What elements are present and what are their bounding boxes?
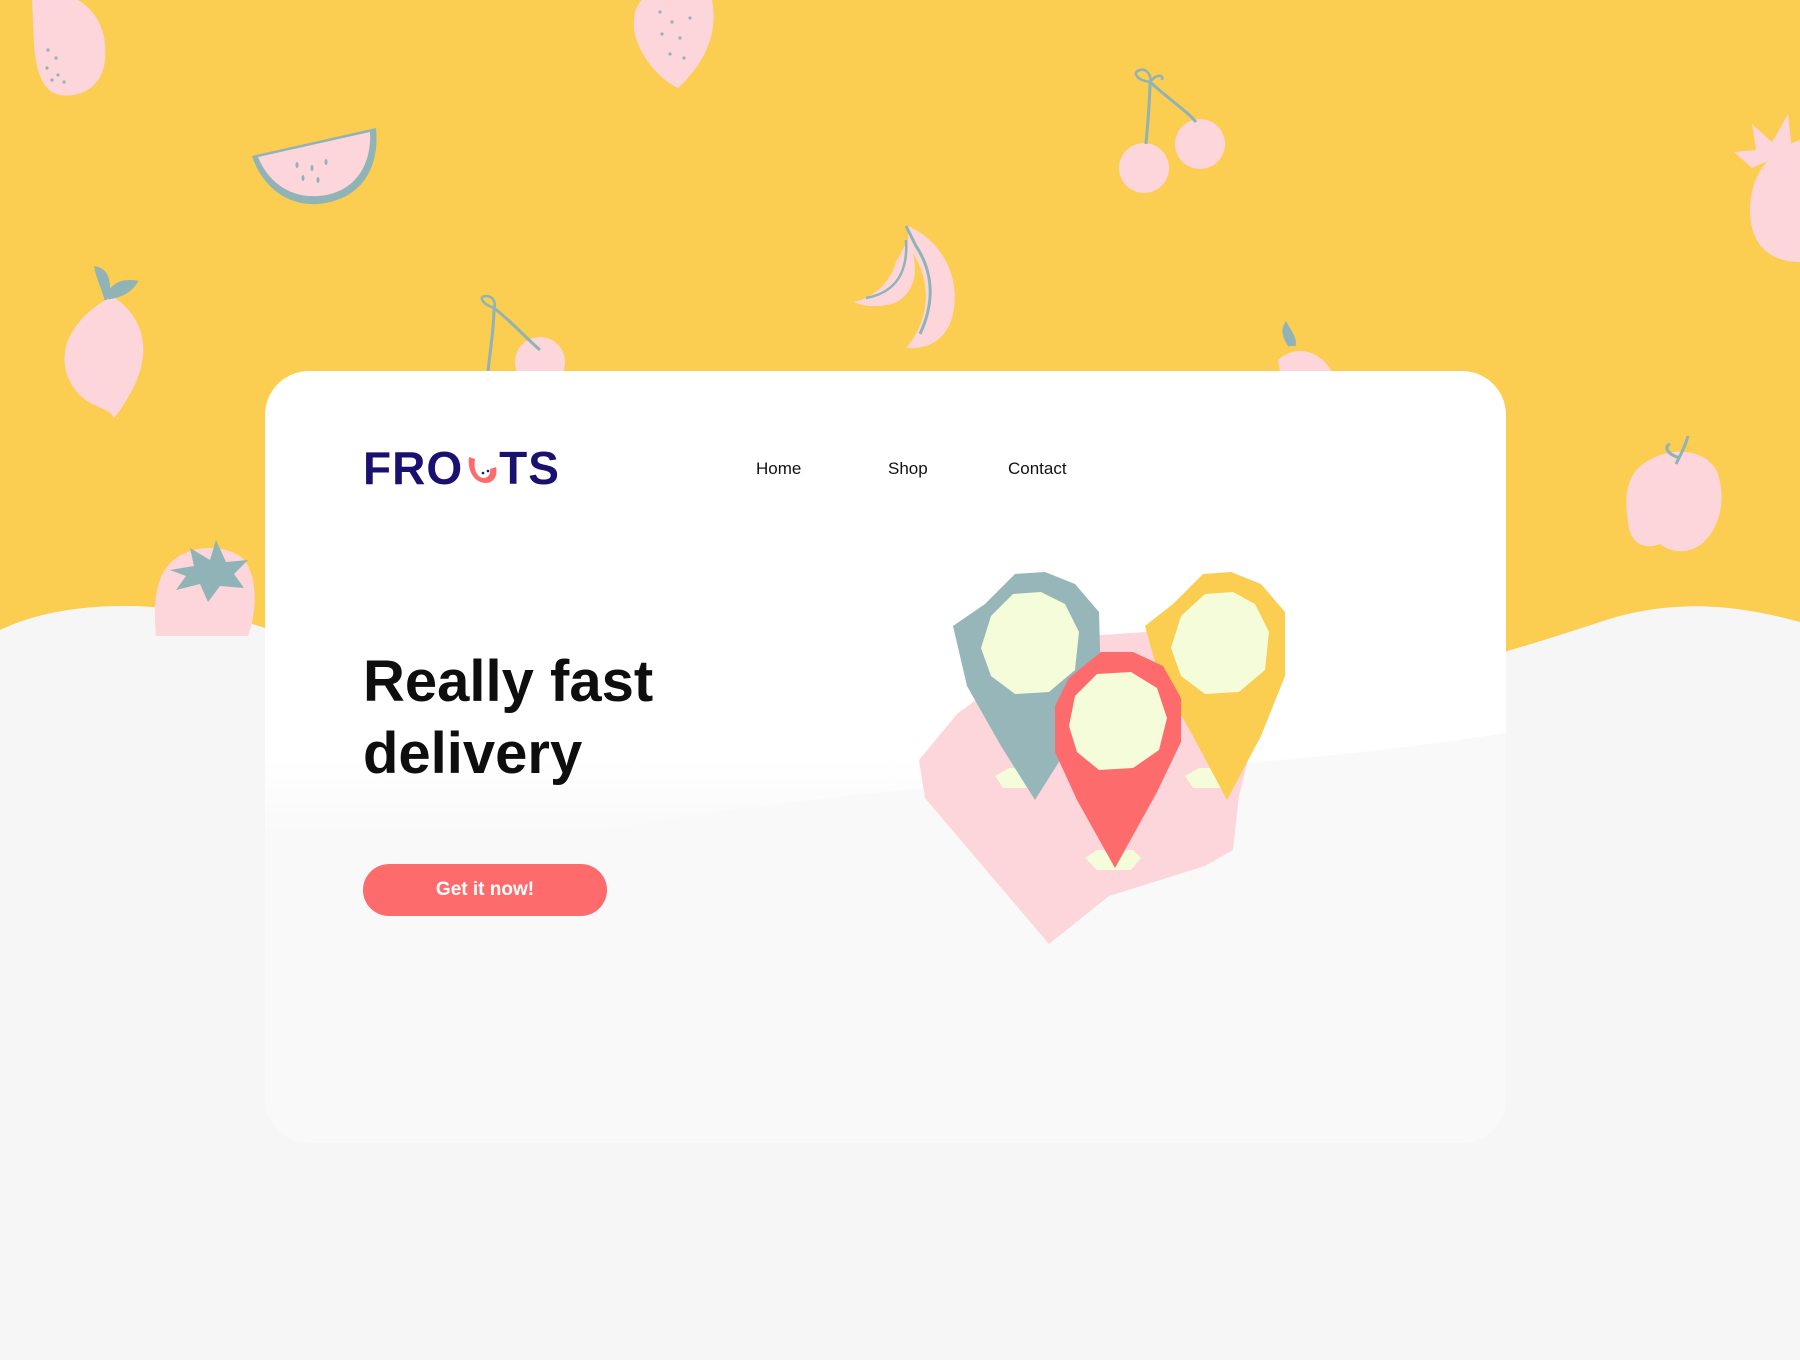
headline-line-2: delivery — [363, 721, 583, 786]
headline-line-1: Really fast — [363, 649, 654, 714]
hero-card: FRO TS Home Shop Contact Really fast del… — [265, 371, 1506, 1143]
nav-contact-link[interactable]: Contact — [1008, 459, 1067, 479]
brand-logo[interactable]: FRO TS — [363, 445, 560, 491]
watermelon-logo-icon — [468, 457, 497, 483]
nav-shop-link[interactable]: Shop — [888, 459, 928, 479]
delivery-map-illustration — [919, 572, 1285, 944]
logo-text-left: FRO — [363, 442, 464, 494]
get-it-now-button[interactable]: Get it now! — [363, 864, 607, 916]
hero-headline: Really fast delivery — [363, 646, 763, 790]
logo-text-right: TS — [499, 442, 560, 494]
nav-home-link[interactable]: Home — [756, 459, 801, 479]
